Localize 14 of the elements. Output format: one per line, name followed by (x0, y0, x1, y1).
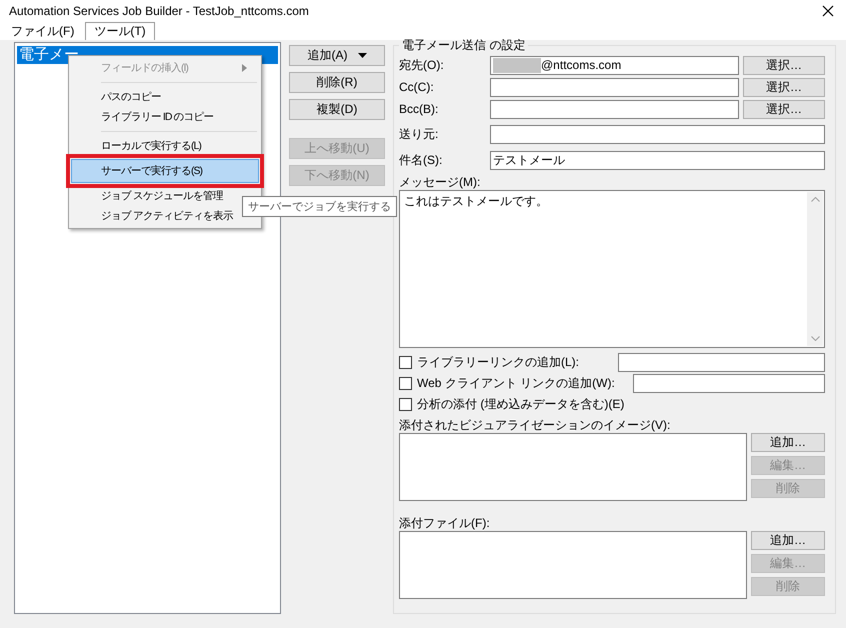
field-label: 送り元: (399, 126, 440, 142)
checkbox-label: ライブラリーリンクの追加(L): (417, 354, 580, 371)
field-label: 宛先(O): (399, 56, 445, 74)
checkbox-label: Web クライアント リンクの追加(W): (417, 375, 615, 392)
window-title: Automation Services Job Builder - TestJob_nttcoms.com (9, 4, 309, 18)
field-label: 添付されたビジュアライゼーションのイメージ(V): (399, 417, 672, 433)
group-title: 電子メール送信 の設定 (401, 37, 526, 54)
tooltip: サーバーでジョブを実行する (242, 196, 397, 217)
field-label: 添付ファイル(F): (399, 515, 491, 531)
field-label: Bcc(B): (399, 102, 440, 116)
field-label: メッセージ(M): (399, 174, 482, 190)
field-label: 件名(S): (399, 152, 444, 168)
field-label: Cc(C): (399, 80, 435, 94)
checkbox-label: 分析の添付 (埋め込みデータを含む)(E) (417, 396, 624, 413)
